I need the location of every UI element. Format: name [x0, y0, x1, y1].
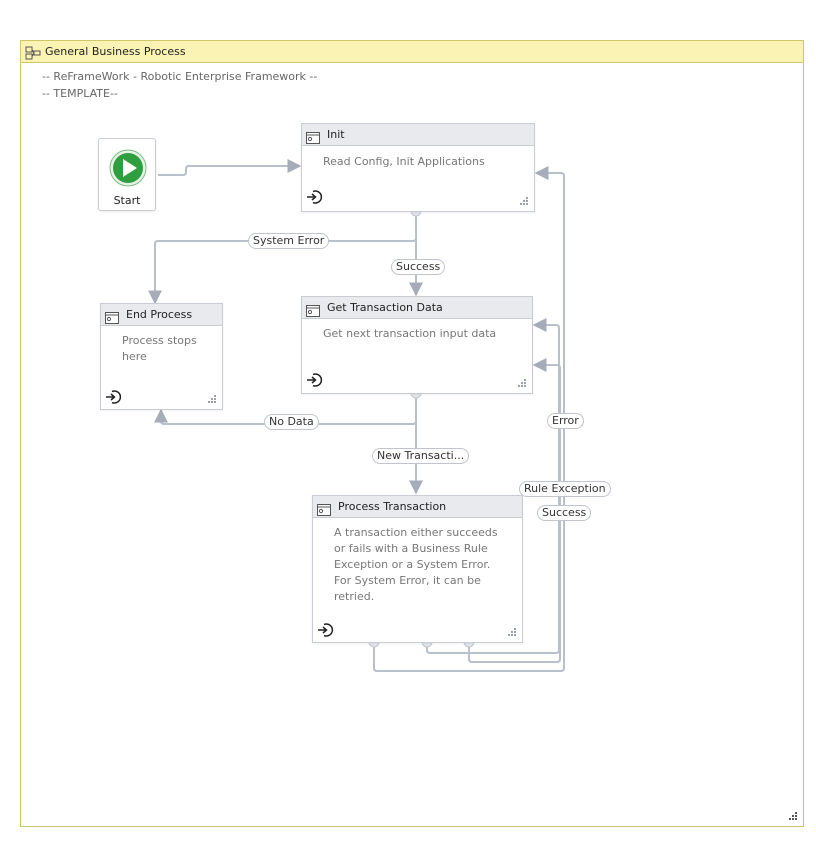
state-end-process[interactable]: End Process Process stops here: [100, 303, 223, 410]
final-state-icon: [105, 309, 119, 324]
state-description: Process stops here: [122, 334, 197, 363]
resize-grip-icon[interactable]: [519, 196, 529, 206]
transition-label-new-transaction[interactable]: New Transacti...: [372, 448, 470, 464]
transition-label-no-data[interactable]: No Data: [264, 414, 319, 430]
resize-grip-icon[interactable]: [507, 627, 517, 637]
state-header: Process Transaction: [313, 496, 522, 518]
container-title: General Business Process: [45, 45, 186, 58]
state-description: Get next transaction input data: [323, 327, 497, 340]
resize-grip-icon[interactable]: [517, 378, 527, 388]
state-title-init: Init: [327, 128, 345, 141]
play-icon: [109, 149, 147, 187]
state-init[interactable]: Init Read Config, Init Applications: [301, 123, 535, 212]
transition-label-system-error[interactable]: System Error: [248, 233, 330, 249]
transition-label-rule-exception[interactable]: Rule Exception: [519, 481, 611, 497]
connector-start-init: [158, 159, 302, 176]
state-header: Get Transaction Data: [302, 297, 532, 319]
state-description: A transaction either succeeds or fails w…: [334, 526, 498, 603]
start-label: Start: [113, 194, 141, 207]
transition-label-success-init[interactable]: Success: [391, 259, 446, 275]
entry-icon[interactable]: [306, 371, 324, 389]
transition-label-error[interactable]: Error: [547, 413, 584, 429]
state-process-transaction[interactable]: Process Transaction A transaction either…: [312, 495, 523, 643]
resize-grip-icon[interactable]: [207, 394, 217, 404]
state-description: Read Config, Init Applications: [323, 155, 485, 168]
resize-grip-icon[interactable]: [788, 811, 798, 821]
transition-label-success-process[interactable]: Success: [537, 505, 592, 521]
annotation-line-2: -- TEMPLATE--: [42, 87, 118, 100]
state-icon: [306, 129, 320, 144]
container-header[interactable]: General Business Process: [21, 41, 803, 63]
state-get-transaction-data[interactable]: Get Transaction Data Get next transactio…: [301, 296, 533, 394]
annotation-line-1: -- ReFrameWork - Robotic Enterprise Fram…: [42, 70, 318, 83]
flowchart-container[interactable]: General Business Process -- ReFrameWork …: [20, 40, 804, 827]
entry-icon[interactable]: [105, 388, 123, 406]
start-node[interactable]: Start: [98, 138, 156, 211]
connector-init-end-process: [148, 211, 417, 305]
state-header: Init: [302, 124, 534, 146]
state-title-end-process: End Process: [126, 308, 193, 321]
entry-icon[interactable]: [317, 621, 335, 639]
entry-icon[interactable]: [306, 188, 324, 206]
state-icon: [317, 501, 331, 516]
state-title-process-transaction: Process Transaction: [338, 500, 447, 513]
state-title-get-transaction: Get Transaction Data: [327, 301, 443, 314]
flowchart-icon: [25, 45, 41, 59]
state-header: End Process: [101, 304, 222, 326]
state-icon: [306, 302, 320, 317]
